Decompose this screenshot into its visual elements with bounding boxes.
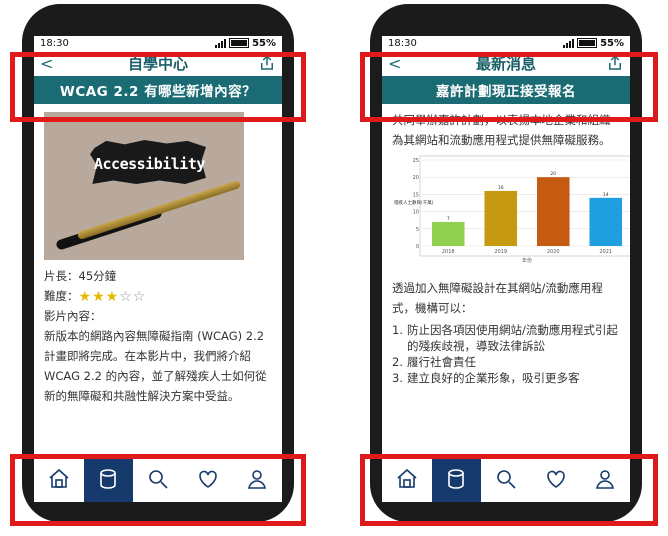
status-time: 18:30 — [40, 37, 69, 49]
status-bar: 18:30 55% — [382, 36, 630, 50]
back-button[interactable]: < — [40, 54, 58, 73]
back-button[interactable]: < — [388, 54, 406, 73]
data-label: 7 — [447, 216, 450, 222]
benefit-number: 1. — [392, 323, 403, 337]
nav-item-database[interactable] — [431, 456, 482, 502]
y-axis-label: 殘疾人士數目(千萬) — [394, 199, 434, 206]
data-label: 14 — [603, 192, 609, 198]
y-tick-label: 5 — [416, 227, 419, 233]
y-tick-label: 0 — [416, 244, 419, 250]
nav-item-profile[interactable] — [580, 456, 630, 502]
share-icon[interactable] — [606, 54, 624, 72]
left-phone: 18:30 55% < 自學中心 WCAG 2.2 有哪些新增內容？ Acces… — [22, 4, 294, 522]
nav-item-database[interactable] — [83, 456, 134, 502]
nav-item-search[interactable] — [481, 456, 531, 502]
star-filled-icon: ★ — [105, 288, 119, 305]
y-tick-label: 20 — [413, 175, 419, 181]
heart-icon — [546, 470, 565, 488]
home-icon — [49, 468, 69, 488]
top-bar: < 自學中心 — [34, 50, 282, 76]
top-bar: < 最新消息 — [382, 50, 630, 76]
video-thumbnail[interactable]: Accessibility — [44, 112, 244, 260]
x-tick-label: 2020 — [547, 249, 560, 255]
benefit-text: 履行社會責任 — [406, 355, 476, 369]
difficulty-row: 難度： ★ ★ ★ ☆ ☆ — [44, 286, 272, 306]
thumbnail-text: Accessibility — [94, 155, 205, 173]
star-filled-icon: ★ — [92, 288, 105, 305]
search-icon — [497, 470, 516, 489]
battery-level: 55% — [252, 37, 276, 49]
nav-item-profile[interactable] — [232, 456, 282, 502]
bar — [536, 177, 570, 246]
bar — [484, 190, 518, 246]
benefits-list: 1. 防止因各項因使用網站/流動應用程式引起的殘疾歧視，導致法律訴訟 2. 履行社會責… — [392, 322, 620, 386]
benefit-item: 3. 建立良好的企業形象，吸引更多客 — [392, 370, 620, 386]
nav-item-search[interactable] — [133, 456, 183, 502]
page-title: 最新消息 — [475, 54, 536, 73]
status-indicators: 55% — [563, 38, 624, 49]
news-intro: 共同舉辦嘉許計劃，以表揚本地企業和組織為其網站和流動應用程式提供無障礙服務。 — [392, 113, 611, 147]
user-icon — [248, 470, 267, 489]
battery-icon — [229, 38, 250, 48]
x-tick-label: 2018 — [442, 249, 455, 255]
nav-item-home[interactable] — [382, 456, 432, 502]
share-icon[interactable] — [258, 54, 276, 72]
benefit-item: 1. 防止因各項因使用網站/流動應用程式引起的殘疾歧視，導致法律訴訟 — [392, 322, 620, 354]
right-screen: 18:30 55% < 最新消息 嘉許計劃現正接受報名 共同舉辦嘉許計劃，以表揚… — [382, 36, 630, 502]
heart-icon — [198, 470, 217, 488]
video-content: Accessibility 片長：45分鐘 難度： ★ ★ ★ ☆ ☆ 影片內容： 新版本… — [34, 104, 282, 412]
bottom-nav — [382, 455, 630, 502]
benefit-number: 2. — [392, 355, 403, 369]
rating-stars: ★ ★ ★ ☆ ☆ — [79, 290, 146, 304]
video-duration: 片長：45分鐘 — [44, 269, 117, 283]
page-title: 自學中心 — [127, 54, 188, 73]
database-icon — [448, 469, 465, 489]
nav-item-home[interactable] — [34, 456, 84, 502]
bar — [431, 221, 465, 246]
battery-icon — [577, 38, 598, 48]
nav-item-favorites[interactable] — [531, 456, 581, 502]
data-label: 16 — [498, 185, 504, 191]
pen-clip — [76, 179, 242, 241]
benefit-text: 防止因各項因使用網站/流動應用程式引起的殘疾歧視，導致法律訴訟 — [406, 323, 618, 353]
star-empty-icon: ☆ — [119, 288, 132, 305]
search-icon — [149, 470, 168, 489]
database-icon — [100, 469, 117, 489]
content-label: 影片內容： — [44, 309, 102, 323]
nav-item-favorites[interactable] — [183, 456, 233, 502]
video-description: 新版本的網路內容無障礙指南 (WCAG) 2.2 計畫即將完成。在本影片中，我們… — [44, 329, 267, 403]
home-icon — [397, 468, 417, 488]
user-icon — [596, 470, 615, 489]
x-tick-label: 2019 — [494, 249, 507, 255]
battery-level: 55% — [600, 37, 624, 49]
star-filled-icon: ★ — [78, 288, 92, 305]
difficulty-label: 難度： — [44, 289, 79, 303]
benefit-item: 2. 履行社會責任 — [392, 354, 620, 370]
y-tick-label: 25 — [413, 158, 419, 164]
x-axis-label: 年份 — [522, 257, 532, 264]
bar-chart: 051015202572018162019202020142021年份殘疾人士數… — [394, 155, 630, 264]
page-banner: WCAG 2.2 有哪些新增內容？ — [34, 76, 282, 104]
news-lead: 透過加入無障礙設計在其網站/流動應用程式，機構可以： — [392, 281, 603, 315]
benefit-number: 3. — [392, 371, 403, 385]
signal-icon — [215, 38, 227, 48]
bar — [589, 197, 623, 246]
bottom-nav — [34, 455, 282, 502]
signal-icon — [563, 38, 575, 48]
x-tick-label: 2021 — [599, 249, 612, 255]
status-bar: 18:30 55% — [34, 36, 282, 50]
status-indicators: 55% — [215, 38, 276, 49]
star-empty-icon: ☆ — [132, 288, 146, 305]
data-label: 20 — [550, 171, 556, 177]
benefit-text: 建立良好的企業形象，吸引更多客 — [406, 371, 580, 385]
left-screen: 18:30 55% < 自學中心 WCAG 2.2 有哪些新增內容？ Acces… — [34, 36, 282, 502]
y-tick-label: 15 — [413, 192, 419, 198]
page-banner: 嘉許計劃現正接受報名 — [382, 76, 630, 104]
right-phone: 18:30 55% < 最新消息 嘉許計劃現正接受報名 共同舉辦嘉許計劃，以表揚… — [370, 4, 642, 522]
status-time: 18:30 — [388, 37, 417, 49]
news-content: 共同舉辦嘉許計劃，以表揚本地企業和組織為其網站和流動應用程式提供無障礙服務。 0… — [382, 104, 630, 392]
y-tick-label: 10 — [413, 210, 419, 216]
